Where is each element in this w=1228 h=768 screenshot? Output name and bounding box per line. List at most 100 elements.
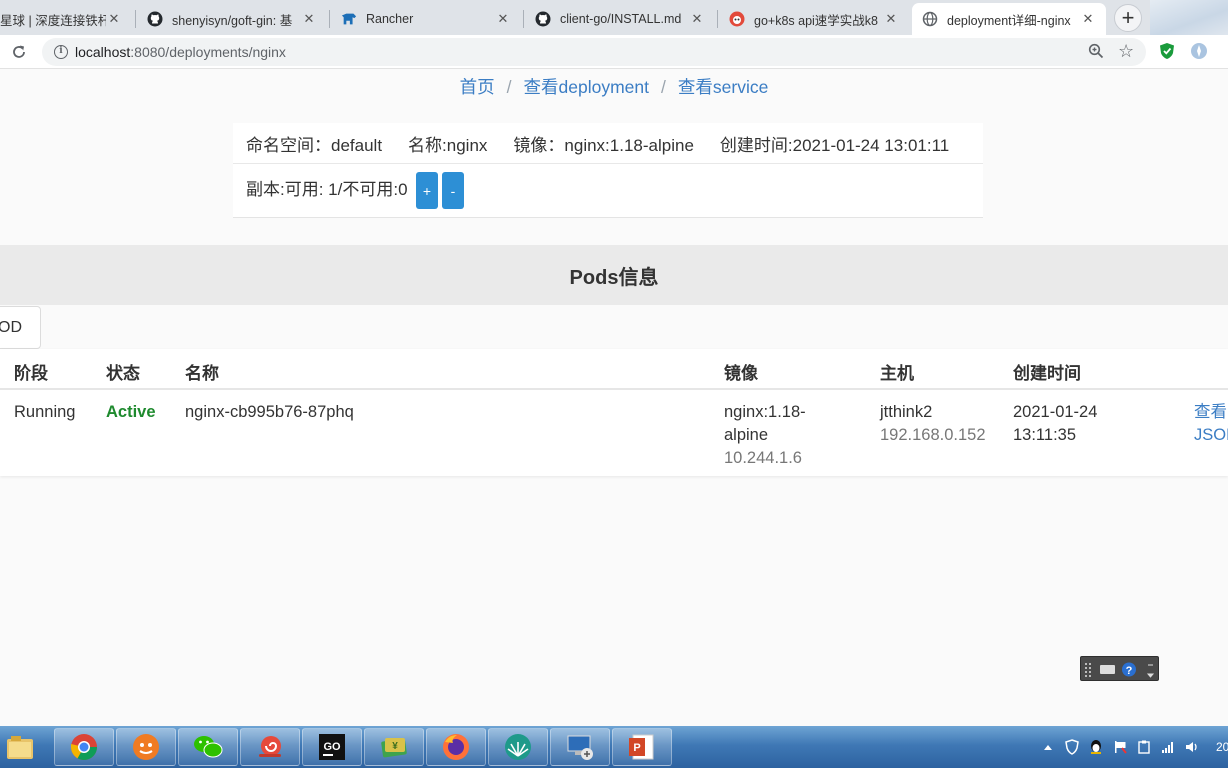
wechat-taskbar-icon[interactable] xyxy=(178,728,238,766)
new-tab-button[interactable]: + xyxy=(1114,4,1142,32)
svg-text:GO: GO xyxy=(323,741,341,753)
tab-github-goft-gin[interactable]: shenyisyn/goft-gin: 基 ✕ xyxy=(137,3,327,35)
deployment-name-text: 名称:nginx xyxy=(408,135,488,155)
pods-section-title: Pods信息 xyxy=(0,245,1228,305)
column-header-created: 创建时间 xyxy=(1013,364,1081,383)
github-icon xyxy=(535,11,551,27)
network-signal-icon[interactable] xyxy=(1160,739,1176,755)
chrome-taskbar-icon[interactable] xyxy=(54,728,114,766)
scale-down-button[interactable]: - xyxy=(442,172,464,209)
powerpoint-taskbar-icon[interactable]: P xyxy=(612,728,672,766)
close-icon[interactable]: ✕ xyxy=(689,11,705,27)
tab-zsxq[interactable]: 星球 | 深度连接铁杆 ✕ xyxy=(0,3,132,35)
column-header-host: 主机 xyxy=(880,364,914,383)
column-header-phase: 阶段 xyxy=(14,364,48,383)
flag-tray-icon[interactable] xyxy=(1112,739,1128,755)
breadcrumb-home-link[interactable]: 首页 xyxy=(460,77,495,97)
column-header-status: 状态 xyxy=(106,364,140,383)
system-tray xyxy=(1040,726,1228,768)
tab-course[interactable]: go+k8s api速学实战k8 ✕ xyxy=(719,3,909,35)
close-icon[interactable]: ✕ xyxy=(495,11,511,27)
tab-title: go+k8s api速学实战k8 xyxy=(754,13,879,28)
pod-ip: 10.244.1.6 xyxy=(724,449,802,467)
tab-divider xyxy=(329,10,330,28)
deployment-meta-row: 命名空间：default 名称:nginx 镜像：nginx:1.18-alpi… xyxy=(233,123,983,164)
network-app-taskbar-icon[interactable] xyxy=(488,728,548,766)
column-header-image: 镜像 xyxy=(724,364,758,383)
pod-status-badge: Active xyxy=(106,403,156,421)
scale-up-button[interactable]: + xyxy=(416,172,438,209)
pod-tab-button[interactable]: OD xyxy=(0,306,41,349)
url-text[interactable]: localhost:8080/deployments/nginx xyxy=(75,44,286,60)
pod-name: nginx-cb995b76-87phq xyxy=(185,403,354,421)
address-bar[interactable]: i localhost:8080/deployments/nginx xyxy=(42,38,1146,66)
pod-phase: Running xyxy=(14,403,76,421)
tab-title: client-go/INSTALL.md xyxy=(560,12,682,26)
view-pod-link[interactable]: 查看 xyxy=(1194,401,1228,424)
tab-title: deployment详细-nginx xyxy=(947,13,1071,28)
replicas-row: 副本:可用: 1/不可用:0 + - xyxy=(233,164,983,217)
column-header-name: 名称 xyxy=(185,364,219,383)
show-hidden-icons-arrow-icon[interactable] xyxy=(1040,739,1056,755)
close-icon[interactable]: ✕ xyxy=(106,11,122,27)
breadcrumb-services-link[interactable]: 查看service xyxy=(678,77,768,97)
browser-toolbar: i localhost:8080/deployments/nginx xyxy=(0,35,1228,69)
tab-client-go[interactable]: client-go/INSTALL.md ✕ xyxy=(525,3,715,35)
namespace-text: 命名空间：default xyxy=(246,135,383,155)
close-icon[interactable]: ✕ xyxy=(1080,11,1096,27)
clipboard-tray-icon[interactable] xyxy=(1136,739,1152,755)
tab-divider xyxy=(135,10,136,28)
browser-tab-strip: 星球 | 深度连接铁杆 ✕ shenyisyn/goft-gin: 基 ✕ Ra… xyxy=(0,0,1228,35)
extension-icon[interactable] xyxy=(1190,42,1208,65)
finance-app-taskbar-icon[interactable]: ¥ xyxy=(364,728,424,766)
remote-desktop-taskbar-icon[interactable] xyxy=(550,728,610,766)
breadcrumb-deployments-link[interactable]: 查看deployment xyxy=(524,77,649,97)
course-site-icon xyxy=(729,11,745,27)
pod-image-cell: nginx:1.18- alpine 10.244.1.6 xyxy=(724,401,806,470)
app-orange-taskbar-icon[interactable] xyxy=(116,728,176,766)
replicas-text: 副本:可用: 1/不可用:0 xyxy=(246,180,408,199)
pod-image-line1: nginx:1.18- xyxy=(724,403,806,421)
windows-taskbar: GO ¥ P 20 xyxy=(0,726,1228,768)
tab-divider xyxy=(717,10,718,28)
tab-title: shenyisyn/goft-gin: 基 xyxy=(172,13,293,28)
github-icon xyxy=(147,11,163,27)
view-json-link[interactable]: JSON xyxy=(1194,424,1228,447)
qq-tray-icon[interactable] xyxy=(1088,739,1104,755)
svg-text:P: P xyxy=(633,742,640,754)
tab-deployment-detail[interactable]: deployment详细-nginx ✕ xyxy=(912,3,1106,35)
volume-icon[interactable] xyxy=(1184,739,1200,755)
file-explorer-icon[interactable] xyxy=(0,728,40,766)
svg-text:?: ? xyxy=(1126,665,1133,677)
system-clock[interactable]: 20 xyxy=(1216,740,1228,754)
created-time: 13:11:35 xyxy=(1013,426,1077,444)
reload-icon[interactable] xyxy=(8,41,30,63)
bookmark-star-icon[interactable]: ☆ xyxy=(1118,41,1134,62)
breadcrumb-separator: / xyxy=(661,77,666,97)
host-ip: 192.168.0.152 xyxy=(880,426,986,444)
snail-app-taskbar-icon[interactable] xyxy=(240,728,300,766)
tab-title: Rancher xyxy=(366,12,414,26)
info-icon[interactable]: i xyxy=(54,45,68,59)
created-date: 2021-01-24 xyxy=(1013,403,1098,421)
svg-text:¥: ¥ xyxy=(392,741,398,752)
tab-rancher[interactable]: Rancher ✕ xyxy=(331,3,521,35)
table-header-row: 阶段 状态 名称 镜像 主机 创建时间 xyxy=(0,349,1228,390)
pod-host-cell: jtthink2 192.168.0.152 xyxy=(880,401,986,447)
goland-taskbar-icon[interactable]: GO xyxy=(302,728,362,766)
close-icon[interactable]: ✕ xyxy=(301,11,317,27)
deployment-info-card: 命名空间：default 名称:nginx 镜像：nginx:1.18-alpi… xyxy=(233,123,983,218)
pods-table: 阶段 状态 名称 镜像 主机 创建时间 Running Active nginx… xyxy=(0,349,1228,476)
image-text: 镜像：nginx:1.18-alpine xyxy=(513,135,694,155)
rancher-icon xyxy=(341,11,357,27)
firefox-taskbar-icon[interactable] xyxy=(426,728,486,766)
breadcrumb: 首页 / 查看deployment / 查看service xyxy=(0,74,1228,99)
shield-extension-icon[interactable] xyxy=(1158,42,1176,65)
pod-created-cell: 2021-01-24 13:11:35 xyxy=(1013,401,1097,447)
shield-tray-icon[interactable] xyxy=(1064,739,1080,755)
ime-language-bar[interactable]: ? xyxy=(1080,656,1159,681)
host-name: jtthink2 xyxy=(880,403,933,421)
close-icon[interactable]: ✕ xyxy=(883,11,899,27)
tab-divider xyxy=(523,10,524,28)
zoom-icon[interactable] xyxy=(1088,43,1104,64)
